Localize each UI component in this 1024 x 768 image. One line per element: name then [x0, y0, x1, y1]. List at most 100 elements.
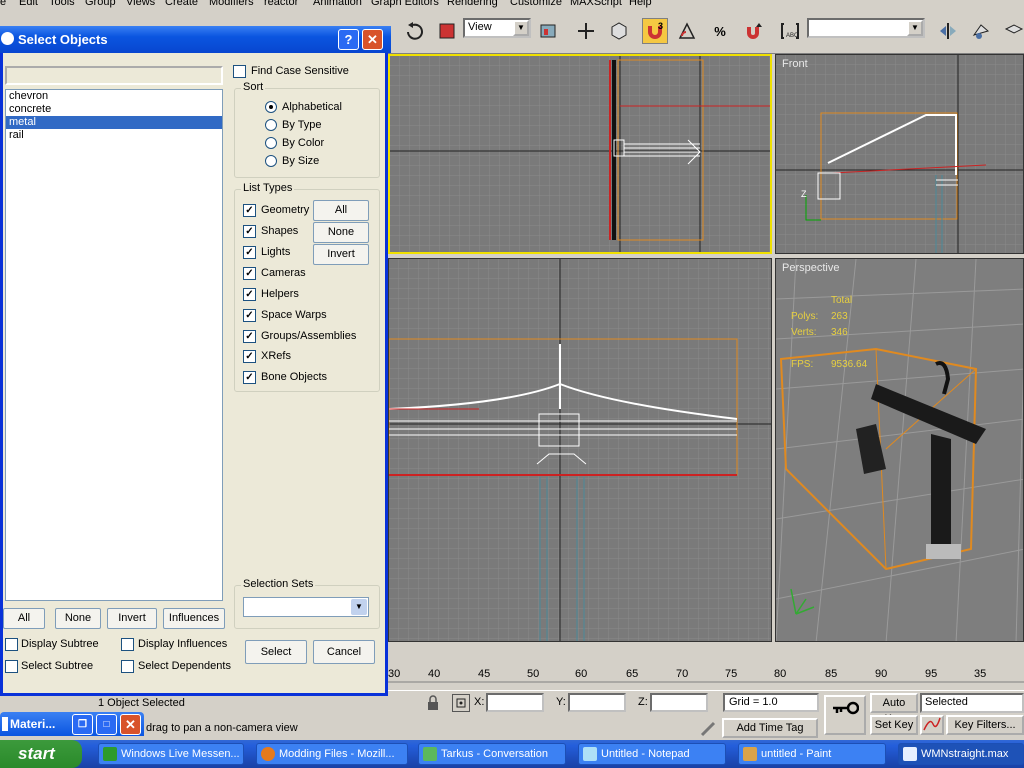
named-selection-combo[interactable]: ▼ [807, 18, 925, 38]
viewport-label-front[interactable]: Front [782, 58, 808, 70]
task-paint[interactable]: untitled - Paint [738, 743, 886, 765]
list-item[interactable]: chevron [6, 90, 222, 103]
display-influences-label: Display Influences [138, 638, 228, 650]
sort-by-size-radio[interactable] [265, 155, 277, 167]
rotate-icon[interactable] [401, 18, 427, 44]
cancel-button[interactable]: Cancel [313, 640, 375, 664]
align-icon[interactable] [968, 18, 994, 44]
list-item[interactable]: concrete [6, 103, 222, 116]
select-none-button[interactable]: None [55, 608, 101, 629]
geometry-checkbox[interactable]: ✓ [243, 204, 256, 217]
menu-views[interactable]: Views [126, 0, 155, 8]
task-messenger[interactable]: Windows Live Messen... [98, 743, 244, 765]
start-button[interactable]: start [0, 740, 82, 768]
restore-icon[interactable]: ❐ [72, 714, 93, 735]
menu-create[interactable]: Create [165, 0, 198, 8]
menu-maxscript[interactable]: MAXScript [570, 0, 622, 8]
viewport-top[interactable] [388, 54, 772, 254]
viewport-label-perspective[interactable]: Perspective [782, 262, 839, 274]
select-button[interactable]: Select [245, 640, 307, 664]
display-subtree-checkbox[interactable] [5, 638, 18, 651]
y-coordinate-field[interactable] [568, 693, 626, 712]
reference-coord-combo[interactable]: View ▼ [463, 18, 531, 38]
percent-snap-icon[interactable]: % [707, 18, 733, 44]
select-region-icon[interactable] [434, 18, 460, 44]
cameras-checkbox[interactable]: ✓ [243, 267, 256, 280]
viewport-left[interactable] [388, 258, 772, 642]
mirror-icon[interactable] [935, 18, 961, 44]
layer-manager-icon[interactable] [1001, 18, 1024, 44]
types-none-button[interactable]: None [313, 222, 369, 243]
viewport-front[interactable]: Z Front [775, 54, 1024, 254]
menu-graph-editors[interactable]: Graph Editors [371, 0, 439, 8]
add-time-tag-button[interactable]: Add Time Tag [722, 718, 818, 738]
xrefs-checkbox[interactable]: ✓ [243, 350, 256, 363]
material-editor-minimized[interactable]: Materi... ❐ □ ✕ [0, 712, 144, 736]
influences-button[interactable]: Influences [163, 608, 225, 629]
pivot-center-icon[interactable] [535, 18, 561, 44]
task-conversation[interactable]: Tarkus - Conversation [418, 743, 566, 765]
menu-customize[interactable]: Customize [510, 0, 562, 8]
menu-help[interactable]: Help [629, 0, 652, 8]
task-firefox[interactable]: Modding Files - Mozill... [256, 743, 408, 765]
edit-named-selection-icon[interactable]: ABC [777, 18, 803, 44]
list-item[interactable]: metal [6, 116, 222, 129]
default-tangent-icon[interactable] [920, 715, 944, 735]
find-case-checkbox[interactable] [233, 65, 246, 78]
maximize-icon[interactable]: □ [96, 714, 117, 735]
list-item[interactable]: rail [6, 129, 222, 142]
select-subtree-checkbox[interactable] [5, 660, 18, 673]
menu-rendering[interactable]: Rendering [447, 0, 498, 8]
angle-snap-icon[interactable] [674, 18, 700, 44]
space-warps-checkbox[interactable]: ✓ [243, 309, 256, 322]
task-notepad[interactable]: Untitled - Notepad [578, 743, 726, 765]
snap-toggle-icon[interactable]: 3 [642, 18, 668, 44]
dialog-title-bar[interactable]: Select Objects ? ✕ [0, 26, 391, 53]
select-dependents-checkbox[interactable] [121, 660, 134, 673]
keyboard-shortcut-icon[interactable] [606, 18, 632, 44]
menu-file[interactable]: e [0, 0, 6, 8]
menu-modifiers[interactable]: Modifiers [209, 0, 254, 8]
shapes-checkbox[interactable]: ✓ [243, 225, 256, 238]
select-manipulate-icon[interactable] [573, 18, 599, 44]
menu-tools[interactable]: Tools [49, 0, 75, 8]
help-button[interactable]: ? [338, 29, 359, 50]
select-invert-button[interactable]: Invert [107, 608, 157, 629]
object-search-input[interactable] [5, 66, 223, 85]
lights-checkbox[interactable]: ✓ [243, 246, 256, 259]
viewport-perspective[interactable]: Total Polys: 263 Verts: 346 FPS: 9536.64… [775, 258, 1024, 642]
key-filters-button[interactable]: Key Filters... [946, 715, 1024, 735]
track-bar[interactable]: 30 40 45 50 60 65 70 75 80 85 90 95 35 [388, 662, 1024, 690]
z-coordinate-field[interactable] [650, 693, 708, 712]
helpers-checkbox[interactable]: ✓ [243, 288, 256, 301]
lock-icon[interactable] [426, 695, 442, 713]
select-all-button[interactable]: All [3, 608, 45, 629]
menu-group[interactable]: Group [85, 0, 116, 8]
spinner-snap-icon[interactable] [740, 18, 766, 44]
list-type-label: Shapes [261, 225, 299, 237]
selection-sets-dropdown[interactable]: ▼ [243, 597, 369, 617]
sort-option-label: Alphabetical [282, 101, 342, 113]
time-tag-icon[interactable] [700, 721, 718, 739]
types-invert-button[interactable]: Invert [313, 244, 369, 265]
close-icon[interactable]: ✕ [120, 714, 141, 735]
bone-objects-checkbox[interactable]: ✓ [243, 371, 256, 384]
menu-edit[interactable]: Edit [19, 0, 38, 8]
object-list[interactable]: chevron concrete metal rail [5, 89, 223, 601]
key-filter-selection-combo[interactable]: Selected [920, 693, 1024, 713]
sort-by-type-radio[interactable] [265, 119, 277, 131]
sort-by-color-radio[interactable] [265, 137, 277, 149]
menu-reactor[interactable]: reactor [264, 0, 298, 8]
set-key-mode-button[interactable] [824, 695, 866, 735]
close-button[interactable]: ✕ [362, 29, 383, 50]
groups-checkbox[interactable]: ✓ [243, 330, 256, 343]
set-key-button[interactable]: Set Key [870, 715, 918, 735]
display-influences-checkbox[interactable] [121, 638, 134, 651]
types-all-button[interactable]: All [313, 200, 369, 221]
absolute-mode-icon[interactable] [452, 694, 470, 712]
x-coordinate-field[interactable] [486, 693, 544, 712]
task-3dsmax[interactable]: WMNstraight.max [898, 743, 1024, 765]
auto-key-button[interactable]: Auto Key [870, 693, 918, 725]
sort-alphabetical-radio[interactable] [265, 101, 277, 113]
menu-animation[interactable]: Animation [313, 0, 362, 8]
